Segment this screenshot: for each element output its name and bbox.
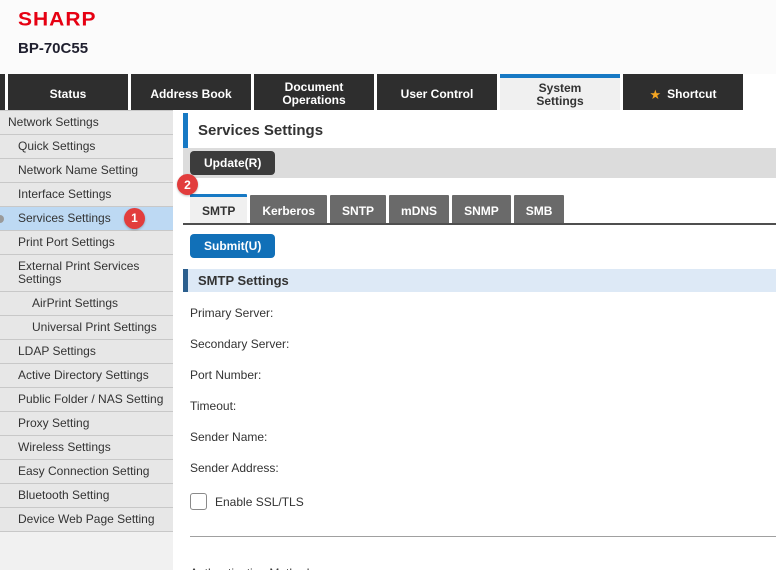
field-label-secondary-server: Secondary Server: <box>190 338 776 351</box>
sidebar-item-universal-print-settings[interactable]: Universal Print Settings <box>0 316 173 340</box>
section-title-text: SMTP Settings <box>198 273 289 288</box>
step-badge-1: 1 <box>124 208 145 229</box>
sidebar-item-wireless-settings[interactable]: Wireless Settings <box>0 436 173 460</box>
sidebar-item-label: External Print Services Settings <box>18 259 139 286</box>
sidebar-item-airprint-settings[interactable]: AirPrint Settings <box>0 292 173 316</box>
subtab-label: SMTP <box>202 204 235 218</box>
subtab-smb[interactable]: SMB <box>514 195 565 223</box>
sidebar-item-quick-settings[interactable]: Quick Settings <box>0 135 173 159</box>
sidebar-item-active-directory-settings[interactable]: Active Directory Settings <box>0 364 173 388</box>
sidebar-item-label: LDAP Settings <box>18 344 96 358</box>
subtab-label: mDNS <box>401 204 437 218</box>
tab-label: Address Book <box>150 88 231 101</box>
sidebar-item-device-web-page-setting[interactable]: Device Web Page Setting <box>0 508 173 532</box>
subtab-bar: SMTP Kerberos SNTP mDNS SNMP SMB <box>183 194 776 225</box>
subtab-smtp[interactable]: SMTP <box>190 194 247 223</box>
star-icon: ★ <box>650 88 662 101</box>
subtab-label: SMB <box>526 204 553 218</box>
sidebar-item-label: Network Name Setting <box>18 163 138 177</box>
page: SHARP BP-70C55 Status Address Book Documen… <box>0 0 776 570</box>
sidebar-item-services-settings[interactable]: Services Settings 1 <box>0 207 173 231</box>
subtab-label: Kerberos <box>262 204 315 218</box>
page-title-text: Services Settings <box>198 122 323 139</box>
tab-label: Status <box>50 88 87 101</box>
tab-label: Document Operations <box>282 81 345 107</box>
tab-address-book[interactable]: Address Book <box>131 74 251 110</box>
sidebar-item-proxy-setting[interactable]: Proxy Setting <box>0 412 173 436</box>
subtab-snmp[interactable]: SNMP <box>452 195 511 223</box>
sidebar-item-public-folder-nas-setting[interactable]: Public Folder / NAS Setting <box>0 388 173 412</box>
sidebar-item-network-settings[interactable]: Network Settings <box>0 111 173 135</box>
tab-document-operations[interactable]: Document Operations <box>254 74 374 110</box>
field-label-sender-name: Sender Name: <box>190 431 776 444</box>
enable-ssl-row: Enable SSL/TLS <box>183 493 776 510</box>
sidebar-item-network-name-setting[interactable]: Network Name Setting <box>0 159 173 183</box>
field-label-timeout: Timeout: <box>190 400 776 413</box>
sidebar-item-bluetooth-setting[interactable]: Bluetooth Setting <box>0 484 173 508</box>
sidebar-item-interface-settings[interactable]: Interface Settings <box>0 183 173 207</box>
smtp-form: Primary Server: Secondary Server: Port Num… <box>183 292 776 475</box>
sidebar-item-label: Network Settings <box>8 115 99 129</box>
nav-bar-lead-segment <box>0 74 5 110</box>
toolbar: Update(R) <box>183 148 776 178</box>
tab-user-control[interactable]: User Control <box>377 74 497 110</box>
sidebar-item-external-print-services-settings[interactable]: External Print Services Settings <box>0 255 173 292</box>
model-name: BP-70C55 <box>18 40 776 57</box>
page-title: Services Settings <box>183 113 776 148</box>
field-label-primary-server: Primary Server: <box>190 307 776 320</box>
section-divider <box>190 536 776 537</box>
sidebar-item-ldap-settings[interactable]: LDAP Settings <box>0 340 173 364</box>
sidebar-item-label: Proxy Setting <box>18 416 89 430</box>
sidebar-item-label: Active Directory Settings <box>18 368 149 382</box>
subtab-sntp[interactable]: SNTP <box>330 195 386 223</box>
subtab-kerberos[interactable]: Kerberos <box>250 195 327 223</box>
app-header: SHARP BP-70C55 <box>0 0 776 74</box>
sidebar-item-label: Easy Connection Setting <box>18 464 149 478</box>
sidebar-item-label: Quick Settings <box>18 139 95 153</box>
sidebar-item-print-port-settings[interactable]: Print Port Settings <box>0 231 173 255</box>
enable-ssl-label: Enable SSL/TLS <box>215 495 304 509</box>
sidebar-item-label: Print Port Settings <box>18 235 115 249</box>
sharp-logo: SHARP <box>18 9 776 31</box>
update-button[interactable]: Update(R) <box>190 151 275 175</box>
main-layout: Network Settings Quick Settings Network Na… <box>0 110 776 570</box>
sidebar-item-label: Wireless Settings <box>18 440 111 454</box>
sidebar-item-label: Bluetooth Setting <box>18 488 109 502</box>
enable-ssl-checkbox[interactable] <box>190 493 207 510</box>
sidebar-item-label: Services Settings <box>18 211 111 225</box>
tab-status[interactable]: Status <box>8 74 128 110</box>
sidebar-item-easy-connection-setting[interactable]: Easy Connection Setting <box>0 460 173 484</box>
subtab-mdns[interactable]: mDNS <box>389 195 449 223</box>
step-badge-2: 2 <box>177 174 198 195</box>
submit-button[interactable]: Submit(U) <box>190 234 275 258</box>
main-content: Services Settings Update(R) 2 SMTPKerber… <box>183 110 776 570</box>
tab-system-settings[interactable]: System Settings <box>500 74 620 112</box>
subtab-label: SNTP <box>342 204 374 218</box>
subtab-label: SNMP <box>464 204 499 218</box>
tab-label: System Settings <box>536 82 583 108</box>
sidebar-item-label: AirPrint Settings <box>32 296 118 310</box>
section-header: SMTP Settings <box>183 269 776 292</box>
tab-label: User Control <box>401 88 474 101</box>
tab-shortcut[interactable]: ★ Shortcut <box>623 74 743 110</box>
field-label-port-number: Port Number: <box>190 369 776 382</box>
sidebar-item-label: Device Web Page Setting <box>18 512 155 526</box>
field-label-sender-address: Sender Address: <box>190 462 776 475</box>
sidebar-item-label: Interface Settings <box>18 187 111 201</box>
sidebar-nav: Network Settings Quick Settings Network Na… <box>0 110 173 570</box>
nav-tab-bar: Status Address Book Document Operations Use… <box>0 74 776 110</box>
sidebar-item-label: Public Folder / NAS Setting <box>18 392 163 406</box>
tab-label: Shortcut <box>667 88 716 101</box>
sidebar-item-label: Universal Print Settings <box>32 320 157 334</box>
